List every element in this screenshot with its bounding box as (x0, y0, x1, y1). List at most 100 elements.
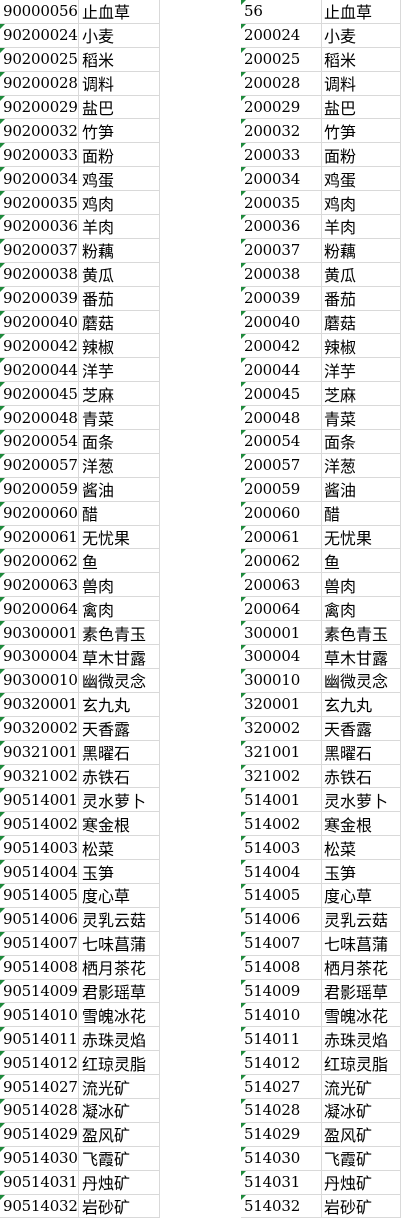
item-name-cell[interactable]: 雪魄冰花 (79, 1003, 160, 1027)
item-name-cell[interactable]: 鸡肉 (79, 191, 160, 215)
item-name-cell[interactable]: 羊肉 (322, 215, 401, 238)
item-name-cell[interactable]: 芝麻 (79, 382, 160, 406)
item-code-cell[interactable]: 90200044 (0, 358, 79, 382)
item-code-cell[interactable]: 514030 (241, 1146, 322, 1170)
item-name-cell[interactable]: 君影瑶草 (322, 979, 401, 1003)
item-name-cell[interactable]: 君影瑶草 (79, 979, 160, 1003)
item-name-cell[interactable]: 岩砂矿 (322, 1194, 401, 1218)
item-code-cell[interactable]: 90200024 (0, 23, 79, 47)
item-name-cell[interactable]: 粉藕 (79, 238, 160, 262)
item-name-cell[interactable]: 雪魄冰花 (322, 1003, 401, 1027)
item-name-cell[interactable]: 鱼 (322, 549, 401, 573)
item-name-cell[interactable]: 幽微灵念 (79, 668, 160, 692)
item-name-cell[interactable]: 红琼灵脂 (322, 1051, 401, 1075)
item-code-cell[interactable]: 514009 (241, 979, 322, 1003)
item-code-cell[interactable]: 90514009 (0, 979, 79, 1003)
item-name-cell[interactable]: 灵水萝卜 (79, 788, 160, 812)
item-code-cell[interactable]: 90200063 (0, 573, 79, 597)
item-code-cell[interactable]: 90200040 (0, 310, 79, 334)
item-name-cell[interactable]: 羊肉 (79, 215, 160, 238)
item-code-cell[interactable]: 90200029 (0, 95, 79, 119)
item-name-cell[interactable]: 盈风矿 (322, 1122, 401, 1146)
item-name-cell[interactable]: 鸡蛋 (322, 167, 401, 191)
item-code-cell[interactable]: 514006 (241, 907, 322, 931)
item-code-cell[interactable]: 200045 (241, 382, 322, 406)
item-code-cell[interactable]: 90320002 (0, 716, 79, 740)
item-code-cell[interactable]: 200028 (241, 71, 322, 95)
item-code-cell[interactable]: 514003 (241, 836, 322, 860)
item-name-cell[interactable]: 赤铁石 (79, 764, 160, 788)
item-code-cell[interactable]: 90200045 (0, 382, 79, 406)
item-name-cell[interactable]: 盐巴 (322, 95, 401, 119)
item-code-cell[interactable]: 200038 (241, 262, 322, 286)
item-code-cell[interactable]: 200036 (241, 215, 322, 238)
item-code-cell[interactable]: 200054 (241, 430, 322, 453)
item-code-cell[interactable]: 90514027 (0, 1075, 79, 1098)
item-code-cell[interactable]: 90200034 (0, 167, 79, 191)
item-code-cell[interactable]: 90200033 (0, 143, 79, 167)
item-name-cell[interactable]: 栖月茶花 (79, 955, 160, 979)
item-code-cell[interactable]: 90200042 (0, 334, 79, 358)
item-name-cell[interactable]: 调料 (79, 71, 160, 95)
item-name-cell[interactable]: 辣椒 (79, 334, 160, 358)
item-name-cell[interactable]: 幽微灵念 (322, 668, 401, 692)
item-code-cell[interactable]: 514008 (241, 955, 322, 979)
item-code-cell[interactable]: 90514028 (0, 1098, 79, 1122)
item-name-cell[interactable]: 洋葱 (322, 453, 401, 477)
item-code-cell[interactable]: 514032 (241, 1194, 322, 1218)
item-code-cell[interactable]: 300001 (241, 621, 322, 645)
item-name-cell[interactable]: 禽肉 (322, 597, 401, 621)
item-code-cell[interactable]: 90514007 (0, 931, 79, 955)
item-code-cell[interactable]: 200062 (241, 549, 322, 573)
item-name-cell[interactable]: 红琼灵脂 (79, 1051, 160, 1075)
item-code-cell[interactable]: 90514032 (0, 1194, 79, 1218)
item-code-cell[interactable]: 320001 (241, 692, 322, 716)
item-code-cell[interactable]: 90300001 (0, 621, 79, 645)
item-name-cell[interactable]: 粉藕 (322, 238, 401, 262)
item-name-cell[interactable]: 止血草 (79, 0, 160, 23)
item-name-cell[interactable]: 寒金根 (322, 812, 401, 836)
item-name-cell[interactable]: 洋芋 (322, 358, 401, 382)
item-code-cell[interactable]: 200025 (241, 47, 322, 71)
item-name-cell[interactable]: 松菜 (79, 836, 160, 860)
item-name-cell[interactable]: 无忧果 (322, 525, 401, 549)
item-name-cell[interactable]: 面粉 (79, 143, 160, 167)
item-name-cell[interactable]: 度心草 (79, 883, 160, 907)
item-name-cell[interactable]: 素色青玉 (79, 621, 160, 645)
item-code-cell[interactable]: 200033 (241, 143, 322, 167)
item-code-cell[interactable]: 90321001 (0, 740, 79, 764)
item-code-cell[interactable]: 90514008 (0, 955, 79, 979)
item-code-cell[interactable]: 514012 (241, 1051, 322, 1075)
item-code-cell[interactable]: 90300010 (0, 668, 79, 692)
item-code-cell[interactable]: 90514029 (0, 1122, 79, 1146)
item-name-cell[interactable]: 面条 (322, 430, 401, 453)
item-code-cell[interactable]: 90200036 (0, 215, 79, 238)
item-name-cell[interactable]: 灵乳云菇 (79, 907, 160, 931)
item-code-cell[interactable]: 90514010 (0, 1003, 79, 1027)
item-name-cell[interactable]: 稻米 (322, 47, 401, 71)
item-name-cell[interactable]: 丹烛矿 (79, 1170, 160, 1194)
item-code-cell[interactable]: 200039 (241, 286, 322, 310)
item-name-cell[interactable]: 赤铁石 (322, 764, 401, 788)
item-name-cell[interactable]: 黑曜石 (79, 740, 160, 764)
item-code-cell[interactable]: 514005 (241, 883, 322, 907)
item-code-cell[interactable]: 90200060 (0, 501, 79, 525)
item-name-cell[interactable]: 黄瓜 (322, 262, 401, 286)
item-code-cell[interactable]: 200037 (241, 238, 322, 262)
item-code-cell[interactable]: 90200035 (0, 191, 79, 215)
item-code-cell[interactable]: 90514005 (0, 883, 79, 907)
item-code-cell[interactable]: 200034 (241, 167, 322, 191)
item-name-cell[interactable]: 青菜 (322, 406, 401, 430)
item-code-cell[interactable]: 90514030 (0, 1146, 79, 1170)
item-name-cell[interactable]: 无忧果 (79, 525, 160, 549)
item-code-cell[interactable]: 90514012 (0, 1051, 79, 1075)
item-code-cell[interactable]: 514002 (241, 812, 322, 836)
item-name-cell[interactable]: 洋葱 (79, 453, 160, 477)
item-name-cell[interactable]: 流光矿 (322, 1075, 401, 1098)
item-code-cell[interactable]: 90200057 (0, 453, 79, 477)
item-code-cell[interactable]: 90200061 (0, 525, 79, 549)
item-name-cell[interactable]: 芝麻 (322, 382, 401, 406)
item-name-cell[interactable]: 天香露 (322, 716, 401, 740)
item-name-cell[interactable]: 灵乳云菇 (322, 907, 401, 931)
item-name-cell[interactable]: 醋 (322, 501, 401, 525)
